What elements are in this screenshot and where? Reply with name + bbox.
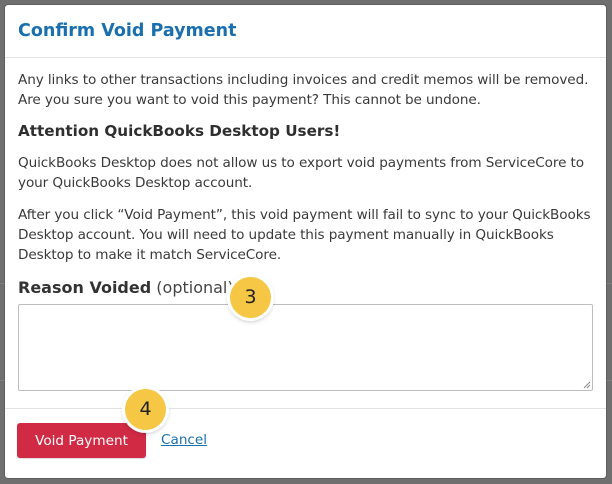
- attention-paragraph-2: After you click “Void Payment”, this voi…: [18, 207, 591, 263]
- step-callout-3: 3: [230, 277, 271, 318]
- attention-paragraph-1: QuickBooks Desktop does not allow us to …: [18, 155, 585, 191]
- step-callout-4: 4: [125, 389, 166, 430]
- modal-body: Any links to other transactions includin…: [5, 58, 606, 391]
- modal-title: Confirm Void Payment: [18, 21, 237, 41]
- void-payment-button[interactable]: Void Payment: [17, 423, 146, 458]
- reason-optional-text: (optional): [156, 278, 234, 297]
- modal-footer: Void Payment Cancel: [5, 408, 606, 478]
- reason-textarea-wrap: [18, 304, 593, 391]
- reason-label-text: Reason Voided: [18, 278, 152, 297]
- attention-heading: Attention QuickBooks Desktop Users!: [18, 122, 341, 140]
- reason-voided-textarea[interactable]: [18, 304, 593, 391]
- resize-grip-icon[interactable]: [583, 381, 591, 389]
- cancel-link[interactable]: Cancel: [161, 432, 207, 448]
- confirm-void-modal: Confirm Void Payment Any links to other …: [5, 5, 606, 478]
- modal-header: Confirm Void Payment: [5, 5, 606, 58]
- reason-voided-label: Reason Voided (optional): [18, 277, 594, 299]
- intro-text: Any links to other transactions includin…: [18, 72, 589, 108]
